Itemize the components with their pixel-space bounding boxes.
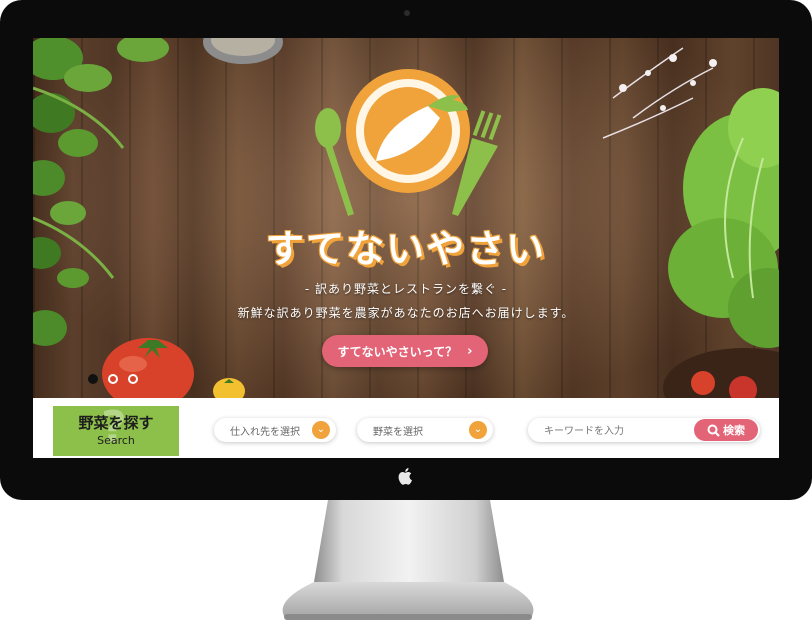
tomato-decoration [102,338,194,398]
brand-subcopy: 新鮮な訳あり野菜を農家があなたのお店へお届けします。 [237,306,575,320]
slider-dot-3[interactable] [128,374,138,384]
slider-dot-1[interactable] [88,374,98,384]
webcam [404,10,410,16]
monitor-bezel: すてないやさい - 訳あり野菜とレストランを繋ぐ - 新鮮な訳あり野菜を農家があ… [0,0,812,500]
brand-title: すてないやさい [265,227,547,271]
brand-tagline: - 訳あり野菜とレストランを繋ぐ - [304,282,508,296]
search-heading: ? 野菜を探す Search [53,406,179,456]
chevron-down-icon: ⌄ [312,421,330,439]
website-screen: すてないやさい - 訳あり野菜とレストランを繋ぐ - 新鮮な訳あり野菜を農家があ… [33,38,779,458]
search-icon [707,424,720,437]
hero-slider: すてないやさい - 訳あり野菜とレストランを繋ぐ - 新鮮な訳あり野菜を農家があ… [33,38,779,398]
slider-dots [88,374,138,384]
yellow-tomato-decoration [213,378,245,398]
bowl-top-decoration [203,38,283,64]
slider-dot-2[interactable] [108,374,118,384]
about-button[interactable]: すてないやさいって？ › [322,335,488,367]
supplier-select[interactable]: 仕入れ先を選択 ⌄ [214,418,336,442]
supplier-select-value: 仕入れ先を選択 [230,427,300,438]
carrot-plate-logo [315,69,502,216]
keyword-search-box: 検索 [528,418,760,442]
search-heading-en: Search [97,434,135,447]
vegetable-select[interactable]: 野菜を選択 ⌄ [357,418,493,442]
apple-logo-icon [398,468,412,485]
chevron-down-icon: ⌄ [469,421,487,439]
search-button-label: 検索 [723,424,745,437]
desktop-mockup: すてないやさい - 訳あり野菜とレストランを繋ぐ - 新鮮な訳あり野菜を農家があ… [0,0,812,629]
search-bar: ? 野菜を探す Search 仕入れ先を選択 ⌄ 野菜を選択 ⌄ キーワードを入… [33,398,779,458]
chevron-right-icon: › [467,343,473,359]
search-heading-jp: 野菜を探す [78,414,154,432]
keyword-input[interactable] [542,421,686,441]
about-button-label: すてないやさいって？ [337,344,458,359]
search-button[interactable]: 検索 [694,419,758,441]
vegetable-select-value: 野菜を選択 [373,427,423,438]
